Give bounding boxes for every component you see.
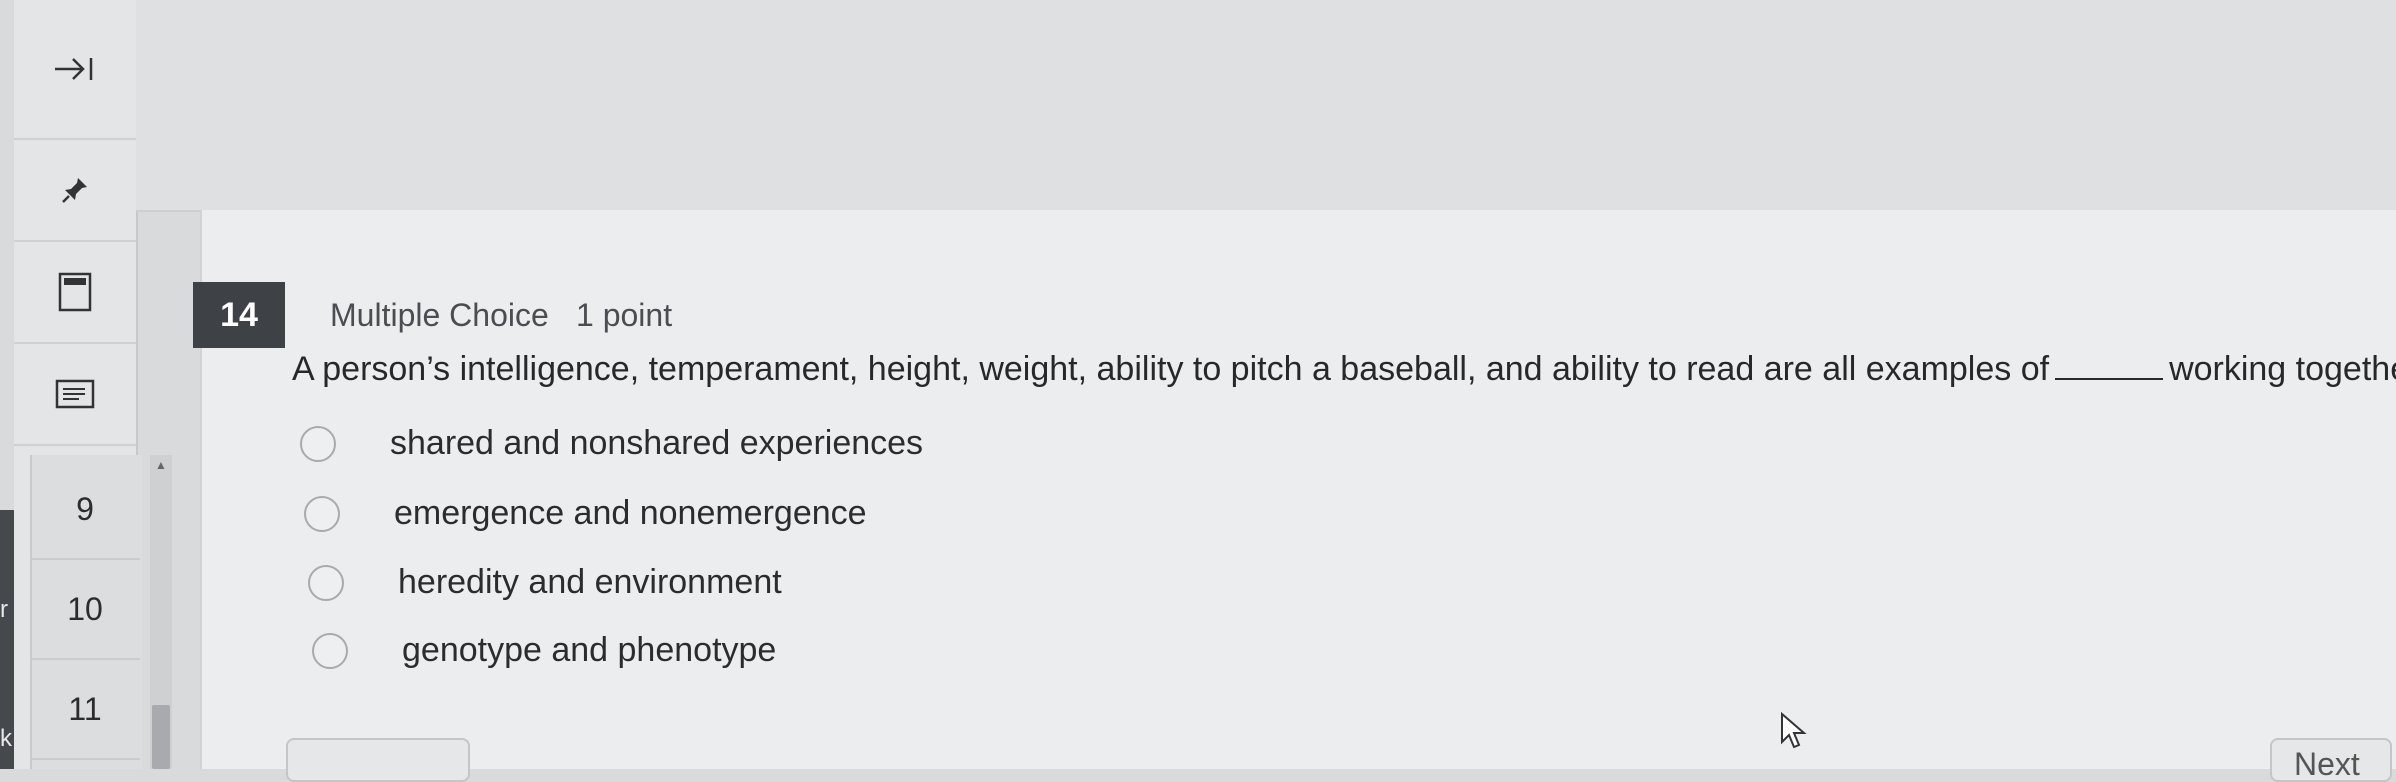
question-type-label: Multiple Choice xyxy=(330,297,549,333)
question-nav-item[interactable]: 10 xyxy=(30,560,140,660)
answer-option[interactable]: shared and nonshared experiences xyxy=(300,424,923,463)
previous-button[interactable] xyxy=(286,738,470,782)
fill-in-blank xyxy=(2055,378,2164,380)
radio-button[interactable] xyxy=(308,564,344,601)
answer-option-label: genotype and phenotype xyxy=(402,631,777,669)
edge-glyph-r: r xyxy=(0,596,8,623)
notepad-button[interactable] xyxy=(14,344,136,446)
radio-button[interactable] xyxy=(304,495,340,532)
pin-icon xyxy=(60,175,90,205)
question-nav-number: 11 xyxy=(68,690,102,727)
prompt-text-after: working together. xyxy=(2169,350,2396,388)
answer-option-label: emergence and nonemergence xyxy=(394,494,867,532)
question-nav-item[interactable]: 9 xyxy=(30,460,140,560)
question-nav-number: 9 xyxy=(76,490,94,527)
mouse-pointer-icon xyxy=(1780,711,1810,755)
collapse-panel-button[interactable] xyxy=(14,0,136,140)
edge-glyph-k: k xyxy=(0,725,12,752)
radio-button[interactable] xyxy=(300,425,336,462)
calculator-icon xyxy=(58,272,92,312)
pin-button[interactable] xyxy=(14,140,136,242)
calculator-button[interactable] xyxy=(14,242,136,344)
header-band xyxy=(136,0,2396,212)
question-nav-number: 10 xyxy=(67,590,103,627)
prompt-text-before: A person’s intelligence, temperament, he… xyxy=(292,350,2050,388)
collapse-panel-icon xyxy=(53,54,97,84)
answer-option[interactable]: genotype and phenotype xyxy=(312,631,776,670)
next-button-label: Next xyxy=(2294,746,2360,782)
question-card xyxy=(200,210,2396,769)
notepad-icon xyxy=(55,379,95,409)
question-prompt: A person’s intelligence, temperament, he… xyxy=(292,350,2396,389)
navigator-scrollbar[interactable]: ▲ xyxy=(150,455,172,769)
answer-option[interactable]: heredity and environment xyxy=(308,563,782,602)
answer-option-label: shared and nonshared experiences xyxy=(390,424,924,462)
scroll-up-arrow-icon[interactable]: ▲ xyxy=(150,455,172,475)
scrollbar-thumb[interactable] xyxy=(152,705,170,769)
answer-option[interactable]: emergence and nonemergence xyxy=(304,494,867,533)
question-points-label: 1 point xyxy=(576,297,673,333)
radio-button[interactable] xyxy=(312,632,348,669)
answer-option-label: heredity and environment xyxy=(398,563,782,601)
question-number-badge: 14 xyxy=(193,282,285,348)
question-nav-item[interactable]: 11 xyxy=(30,660,140,760)
next-button[interactable]: Next xyxy=(2270,738,2392,782)
